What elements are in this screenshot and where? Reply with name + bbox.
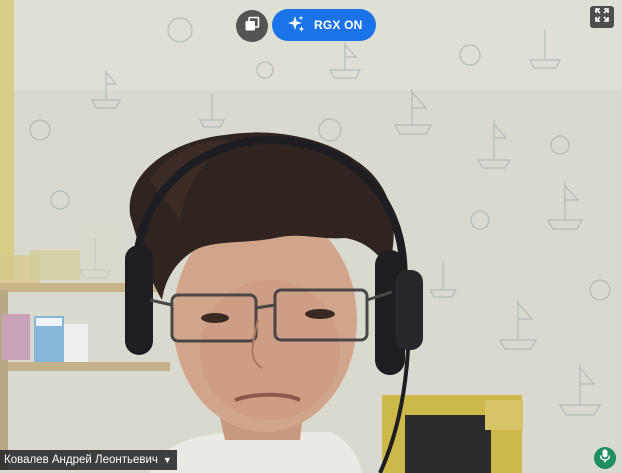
video-tile: RGX ON Ковалев Андрей Леонтьевич ▼: [0, 0, 622, 473]
fullscreen-icon: [595, 7, 609, 27]
participant-name: Ковалев Андрей Леонтьевич: [4, 454, 158, 466]
picture-in-picture-icon: [244, 16, 260, 37]
participant-name-tag[interactable]: Ковалев Андрей Леонтьевич ▼: [0, 450, 177, 470]
sparkle-icon: [286, 14, 306, 37]
video-frame: [0, 0, 622, 473]
chevron-down-icon[interactable]: ▼: [163, 455, 172, 465]
rgx-label: RGX ON: [314, 18, 363, 32]
microphone-status[interactable]: [594, 447, 616, 469]
rgx-toggle-button[interactable]: RGX ON: [272, 9, 376, 41]
microphone-icon: [599, 449, 611, 468]
picture-in-picture-button[interactable]: [236, 10, 268, 42]
fullscreen-button[interactable]: [590, 6, 614, 28]
